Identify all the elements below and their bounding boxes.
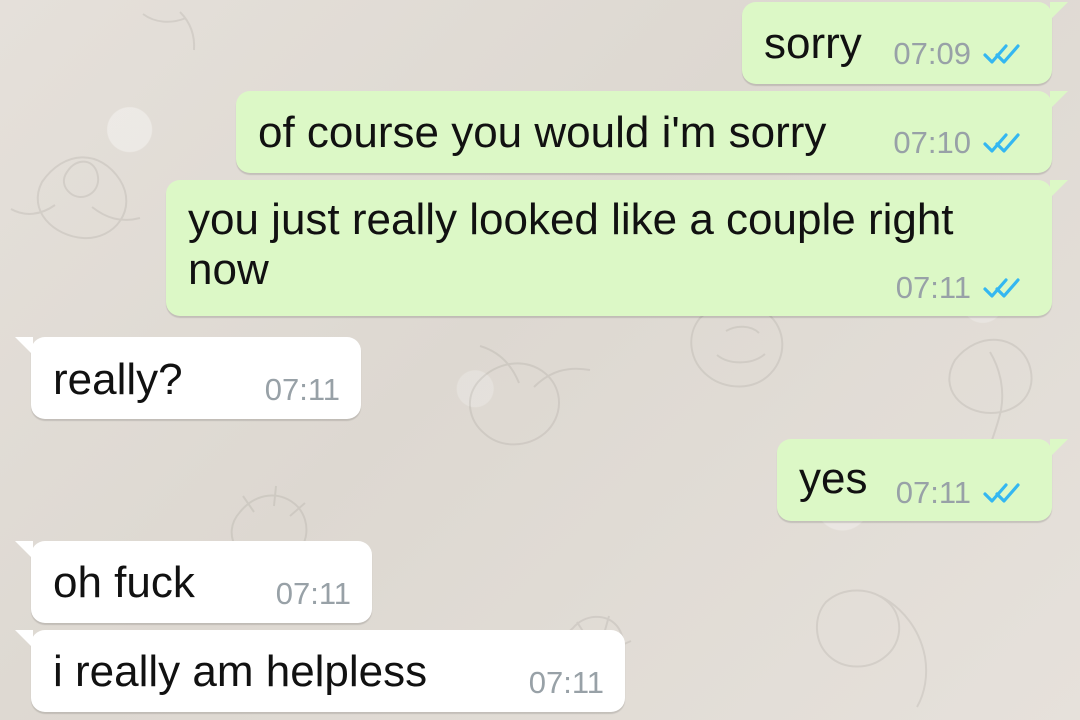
message-bubble-incoming[interactable]: i really am helpless 07:11	[15, 630, 625, 712]
message-time: 07:10	[893, 125, 971, 160]
double-check-read-icon	[983, 44, 1020, 64]
message-meta: 07:11	[896, 271, 1023, 305]
message-meta: 07:10	[893, 126, 1023, 160]
message-meta: 07:09	[893, 37, 1023, 71]
message-bubble-outgoing[interactable]: sorry 07:09	[742, 2, 1068, 84]
double-check-read-icon	[983, 483, 1020, 503]
message-bubble-outgoing[interactable]: you just really looked like a couple rig…	[166, 180, 1068, 316]
message-meta: 07:11	[265, 373, 340, 407]
double-check-read-icon	[983, 278, 1020, 298]
message-bubble-outgoing[interactable]: yes 07:11	[777, 439, 1068, 521]
chat-background: sorry 07:09 of course you would i'm sorr…	[0, 0, 1080, 720]
message-time: 07:11	[895, 475, 971, 510]
message-time: 07:11	[895, 270, 971, 305]
message-meta: 07:11	[896, 476, 1023, 510]
message-time: 07:11	[264, 372, 340, 407]
message-bubble-incoming[interactable]: really? 07:11	[15, 337, 361, 419]
double-check-read-icon	[983, 133, 1020, 153]
message-text: i really am helpless	[53, 647, 428, 696]
message-bubble-incoming[interactable]: oh fuck 07:11	[15, 541, 372, 623]
message-bubble-outgoing[interactable]: of course you would i'm sorry 07:10	[236, 91, 1068, 173]
message-text: you just really looked like a couple rig…	[188, 195, 954, 294]
message-time: 07:11	[275, 576, 351, 611]
message-meta: 07:11	[276, 577, 351, 611]
message-time: 07:09	[893, 36, 971, 71]
message-meta: 07:11	[529, 666, 604, 700]
message-time: 07:11	[528, 665, 604, 700]
